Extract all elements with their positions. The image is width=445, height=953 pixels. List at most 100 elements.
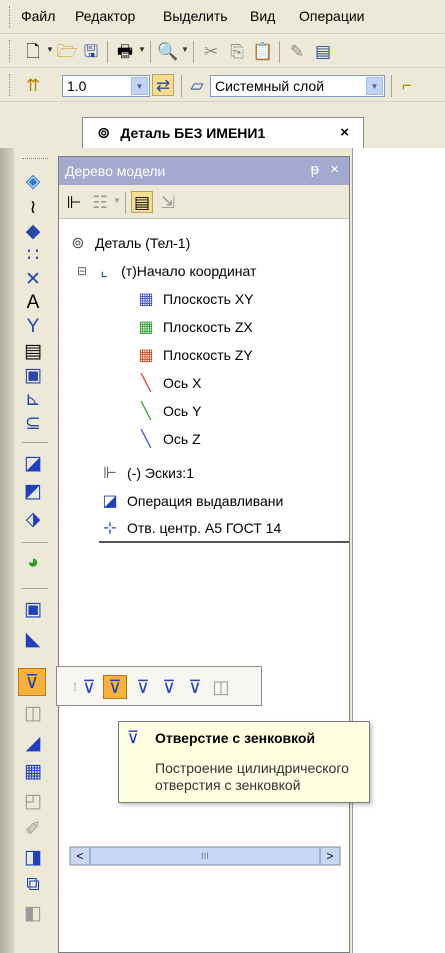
hole-library-icon[interactable]: ◫ [209, 675, 233, 699]
menu-edit[interactable]: Редактор [75, 8, 135, 24]
countersink-hole-icon[interactable]: ⊽ [103, 675, 127, 699]
toolbar-grip[interactable] [22, 158, 48, 159]
split-icon[interactable]: ◰ [20, 788, 46, 814]
open-folder-icon[interactable]: 🗁 [56, 40, 78, 62]
tree-item-label: Ось X [163, 375, 202, 391]
pattern-icon[interactable]: ◨ [20, 844, 46, 870]
menu-grip[interactable] [9, 6, 12, 28]
tree-item-axis-x[interactable]: ╲ Ось X [135, 369, 201, 397]
simple-hole-icon[interactable]: ⊽ [77, 675, 101, 699]
cut-icon[interactable]: ✂ [200, 40, 222, 62]
tree-item-center-hole[interactable]: ⊹ Отв. центр. А5 ГОСТ 14 [99, 515, 349, 543]
extrude-icon[interactable]: ◪ [20, 450, 46, 476]
countersink-hole-icon[interactable]: ⊽ [18, 668, 46, 696]
menu-file[interactable]: Файл [21, 8, 55, 24]
menu-select[interactable]: Выделить [163, 8, 228, 24]
draft-icon[interactable]: ✐ [20, 816, 46, 842]
tapered-hole-icon[interactable]: ⊽ [183, 675, 207, 699]
print-dropdown-icon[interactable]: ▼ [138, 45, 146, 54]
tree-item-part[interactable]: ⊚ Деталь (Тел-1) [67, 229, 190, 257]
toolbar-grip[interactable] [9, 74, 12, 96]
model-canvas[interactable] [352, 148, 445, 953]
tree-item-extrusion[interactable]: ◪ Операция выдавливани [99, 487, 283, 515]
tree-item-origin[interactable]: ⊟ ⌞ (т)Начало координат [77, 257, 256, 285]
dimensions-icon[interactable]: ✕ [20, 266, 46, 292]
close-icon[interactable]: × [330, 161, 339, 178]
tooltip-description: Построение цилиндрического отверстия с з… [155, 760, 349, 793]
scroll-left-button[interactable]: < [70, 847, 90, 865]
preview-dropdown-icon[interactable]: ▼ [181, 45, 189, 54]
shell-body-icon[interactable]: ◢ [20, 730, 46, 756]
tree-export-icon[interactable]: ⇲ [157, 191, 179, 213]
new-dropdown-icon[interactable]: ▼ [46, 45, 54, 54]
preview-icon[interactable]: 🔍 [157, 40, 179, 62]
tree-structure-icon[interactable]: ⊩ [63, 191, 85, 213]
print-icon[interactable]: 🖶 [114, 40, 136, 62]
spotface-hole-icon[interactable]: ⊽ [157, 675, 181, 699]
specification-icon[interactable]: ▤ [20, 338, 46, 364]
array-icon[interactable]: ⬗ [20, 506, 46, 532]
part-view-icon[interactable]: ◈ [20, 168, 46, 194]
scroll-thumb[interactable]: III [90, 847, 320, 865]
copy-icon[interactable]: ⎘ [226, 40, 248, 62]
counterbore-hole-icon[interactable]: ⊽ [131, 675, 155, 699]
step-icon[interactable]: ⇈ [22, 74, 44, 96]
document-tab-title: Деталь БЕЗ ИМЕНИ1 [120, 125, 266, 141]
properties-icon[interactable]: ▤ [312, 40, 334, 62]
format-brush-icon[interactable]: ✎ [286, 40, 308, 62]
layer-icon[interactable]: ▱ [186, 74, 208, 96]
tree-dropdown-icon[interactable]: ▼ [113, 196, 121, 205]
local-cs-icon[interactable]: ⌐ [396, 74, 418, 96]
tree-item-label: Операция выдавливани [127, 493, 284, 509]
mirror-icon[interactable]: ⧉ [20, 872, 46, 898]
tree-item-plane-zy[interactable]: ▦ Плоскость ZY [135, 341, 252, 369]
filter-icon[interactable]: Y [20, 314, 46, 340]
tree-item-plane-xy[interactable]: ▦ Плоскость XY [135, 285, 253, 313]
new-document-icon[interactable]: 🗋 [22, 40, 44, 62]
rib-icon[interactable]: ◫ [20, 700, 46, 726]
chevron-down-icon[interactable]: ▼ [366, 77, 383, 95]
horizontal-scrollbar[interactable]: < III > [69, 846, 341, 866]
measure-icon[interactable]: ⊾ [20, 386, 46, 412]
tree-item-label: Ось Y [163, 403, 202, 419]
surfaces-icon[interactable]: ◕ [20, 550, 46, 576]
points-icon[interactable]: ∷ [20, 242, 46, 268]
tree-item-sketch[interactable]: ⊩ (-) Эскиз:1 [99, 459, 194, 487]
tree-list-icon[interactable]: ☷ [89, 191, 111, 213]
chamfer-icon[interactable]: ◣ [20, 626, 46, 652]
chevron-down-icon[interactable]: ▼ [131, 77, 148, 95]
tree-item-axis-y[interactable]: ╲ Ось Y [135, 397, 201, 425]
layer-combo[interactable]: Системный слой ▼ [210, 75, 385, 97]
toolbar-grip[interactable] [9, 40, 12, 62]
plane-xy-icon: ▦ [138, 291, 154, 308]
menu-operations[interactable]: Операции [299, 8, 365, 24]
thin-wall-icon[interactable]: ▦ [20, 758, 46, 784]
axis-z-icon: ╲ [141, 431, 151, 448]
spline-icon[interactable]: ≀ [20, 194, 46, 220]
paste-icon[interactable]: 📋 [252, 40, 274, 62]
cut-extrude-icon[interactable]: ◩ [20, 478, 46, 504]
toolbar-separator [193, 41, 194, 63]
close-icon[interactable]: × [340, 124, 349, 141]
document-tab[interactable]: ⊚ Деталь БЕЗ ИМЕНИ1 × [82, 117, 364, 148]
sheet-metal-icon[interactable]: ⊆ [20, 410, 46, 436]
scroll-right-button[interactable]: > [320, 847, 340, 865]
snap-icon[interactable]: ⇄ [152, 74, 174, 96]
tree-item-plane-zx[interactable]: ▦ Плоскость ZX [135, 313, 252, 341]
tree-item-axis-z[interactable]: ╲ Ось Z [135, 425, 200, 453]
tree-document-icon[interactable]: ▤ [131, 191, 153, 213]
shell-icon[interactable]: ▣ [20, 596, 46, 622]
annotation-icon[interactable]: A [20, 290, 46, 316]
reports-icon[interactable]: ▣ [20, 362, 46, 388]
axis-y-icon: ╲ [141, 403, 151, 420]
pin-icon[interactable]: ᵽ [311, 161, 319, 178]
tree-item-label: (т)Начало координат [121, 263, 257, 279]
menu-view[interactable]: Вид [250, 8, 275, 24]
sketch-icon: ⊩ [103, 465, 117, 482]
save-icon[interactable]: 🖫 [80, 40, 102, 62]
collapse-icon[interactable]: ⊟ [77, 264, 87, 278]
current-state-toolbar: ⇈ 1.0 ▼ ⇄ ▱ Системный слой ▼ ⌐ [0, 68, 445, 102]
boolean-icon[interactable]: ◧ [20, 900, 46, 926]
geometry-icon[interactable]: ◆ [20, 218, 46, 244]
scale-combo[interactable]: 1.0 ▼ [62, 75, 150, 97]
